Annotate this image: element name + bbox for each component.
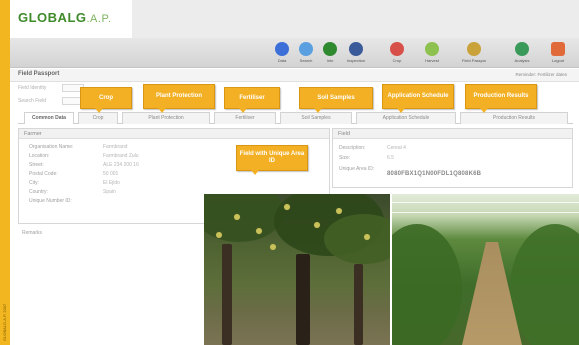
field-panel: Field Description: Cereal 4 Size: 6.5 Un… — [332, 128, 573, 188]
callout-application-schedule: Application Schedule — [382, 84, 454, 113]
tool-label: Info — [326, 58, 334, 63]
plant-row — [392, 224, 462, 345]
tab-soil-samples[interactable]: Soil Samples — [280, 112, 352, 124]
tool-label: Inspection — [346, 58, 366, 63]
greenhouse-frame — [392, 202, 579, 203]
fruit — [314, 222, 320, 228]
farmer-key: Unique Number ID: — [29, 198, 72, 204]
tool-label: Search — [299, 58, 313, 63]
orchard-photo — [204, 194, 390, 345]
tool-label: Harvest — [425, 58, 439, 63]
toolbar-inspection-button[interactable]: Inspection — [344, 41, 368, 67]
farmer-value: Spain — [103, 189, 116, 195]
field-value: 6.5 — [387, 155, 394, 161]
callout-plant-protection: Plant Protection — [143, 84, 215, 113]
plant-icon — [323, 42, 337, 56]
greenhouse-frame — [392, 212, 579, 213]
globalgap-logo: GLOBALG.A.P. — [18, 10, 111, 25]
farmer-key: Location: — [29, 153, 50, 159]
farmer-key: Postal Code: — [29, 171, 58, 177]
tab-fertiliser[interactable]: Fertiliser — [214, 112, 276, 124]
tree-trunk — [222, 244, 232, 345]
toolbar-logout-button[interactable]: Logout — [546, 41, 570, 67]
toolbar-analysis-button[interactable]: Analysis — [510, 41, 534, 67]
farmer-key: Street: — [29, 162, 44, 168]
logo-block: GLOBALG.A.P. — [10, 0, 132, 38]
callout-crop: Crop — [80, 87, 132, 113]
toolbar-crop-button[interactable]: Crop — [385, 41, 409, 67]
filter-row1-label: Field Identity — [18, 85, 47, 91]
farmer-value: Farmbrand Zulu — [103, 153, 139, 159]
sidebar-copyright: GLOBALG.A.P. 2007 — [2, 303, 7, 341]
callout-fertiliser: Fertiliser — [224, 87, 280, 113]
farmer-value: 50 001 — [103, 171, 119, 177]
tool-label: Analysis — [514, 58, 530, 63]
unique-area-id-value: 8080FBX1Q1N00FDL1Q808K6B — [387, 171, 482, 177]
remarks-label: Remarks — [22, 230, 43, 236]
farmer-value: ALE 234 200 16 — [103, 162, 139, 168]
tool-label: Crop — [392, 58, 402, 63]
field-value: Cereal 4 — [387, 145, 406, 151]
tool-label: Logout — [551, 58, 565, 63]
farmer-key: Country: — [29, 189, 48, 195]
callout-production-results: Production Results — [465, 84, 537, 113]
farmer-key: Organisation Name: — [29, 144, 74, 150]
tab-plant-protection[interactable]: Plant Protection — [122, 112, 210, 124]
plant-row — [510, 224, 579, 345]
field-panel-title: Field — [333, 129, 572, 139]
tab-bar: Common Data Crop Plant Protection Fertil… — [18, 112, 573, 124]
fruit — [284, 204, 290, 210]
field-key: Size: — [339, 155, 351, 161]
filter-row2-label: Search Field — [18, 98, 47, 104]
tree-trunk — [296, 254, 310, 345]
search-icon — [299, 42, 313, 56]
people-icon — [349, 42, 363, 56]
tool-label: Field Passport — [462, 58, 486, 63]
farmer-panel-title: Farmer — [19, 129, 329, 139]
tool-label: Data — [277, 58, 287, 63]
plant-bulb-icon — [515, 42, 529, 56]
greenhouse-photo — [392, 194, 579, 345]
tab-production-results[interactable]: Production Results — [460, 112, 568, 124]
field-key: Unique Area ID: — [339, 166, 375, 172]
tab-application-schedule[interactable]: Application Schedule — [356, 112, 456, 124]
reminder-link[interactable]: Reminder: Fertilizer dates — [515, 72, 567, 77]
fruit-icon — [390, 42, 404, 56]
page-subbar — [10, 69, 579, 82]
app-window: GLOBALG.A.P. Data Search Info Inspection… — [10, 0, 579, 345]
fruit — [256, 228, 262, 234]
toolbar-search-button[interactable]: Search — [294, 41, 318, 67]
logo-suffix: .A.P. — [86, 13, 112, 25]
left-sidebar-stripe: GLOBALG.A.P. 2007 — [0, 0, 10, 345]
farmer-value: El Ejido — [103, 180, 120, 186]
tab-crop[interactable]: Crop — [78, 112, 118, 124]
fruit — [364, 234, 370, 240]
logo-brand: GLOBALG — [18, 10, 87, 25]
farmer-key: City: — [29, 180, 39, 186]
fruit — [216, 232, 222, 238]
fruit — [270, 244, 276, 250]
tab-common-data[interactable]: Common Data — [24, 112, 74, 124]
logout-icon — [551, 42, 565, 56]
tree-canopy — [324, 214, 390, 264]
callout-soil-samples: Soil Samples — [299, 87, 373, 113]
farmer-value: Farmbrand — [103, 144, 128, 150]
fruit — [336, 208, 342, 214]
field-key: Description: — [339, 145, 366, 151]
tool-icon — [467, 42, 481, 56]
toolbar-harvest-button[interactable]: Harvest — [420, 41, 444, 67]
toolbar-info-button[interactable]: Info — [318, 41, 342, 67]
fruit — [234, 214, 240, 220]
page-title: Field Passport — [18, 71, 60, 77]
header-banner — [132, 0, 579, 40]
toolbar-field-passport-button[interactable]: Field Passport — [462, 41, 486, 67]
toolbar-data-button[interactable]: Data — [270, 41, 294, 67]
leaf-icon — [425, 42, 439, 56]
callout-field-unique-area: Field with Unique Area ID — [236, 145, 308, 175]
globe-icon — [275, 42, 289, 56]
tree-trunk — [354, 264, 363, 345]
